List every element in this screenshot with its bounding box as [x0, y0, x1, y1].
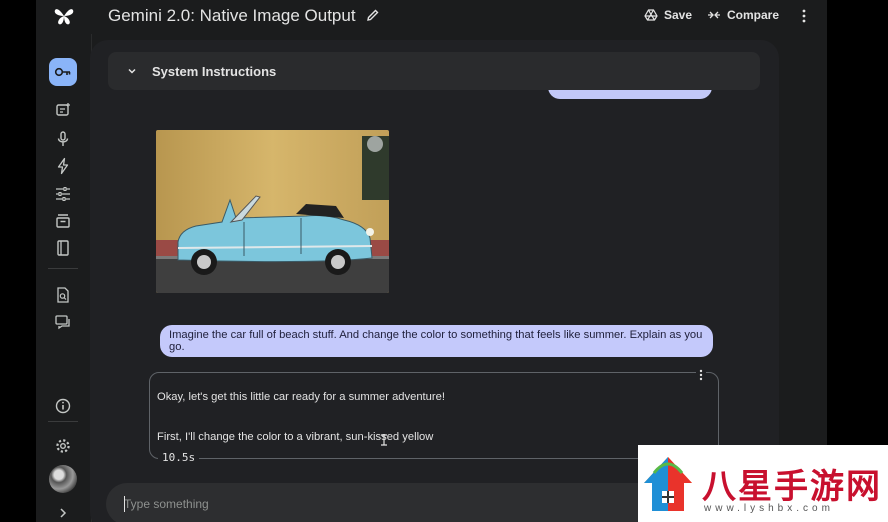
app-window: Gemini 2.0: Native Image Output Save Com… — [36, 0, 827, 522]
avatar[interactable] — [49, 465, 77, 493]
microphone-icon[interactable] — [54, 130, 72, 148]
save-button[interactable]: Save — [644, 8, 692, 22]
sidebar-divider — [48, 421, 78, 422]
sidebar-item-api-key[interactable] — [49, 58, 77, 86]
model-response-card: Okay, let's get this little car ready fo… — [149, 368, 719, 464]
text-caret — [124, 496, 125, 512]
watermark-title: 八星手游网 — [702, 467, 882, 507]
response-more-options-icon[interactable] — [696, 368, 706, 382]
sidebar-divider — [48, 268, 78, 269]
drive-icon — [644, 9, 658, 21]
watermark-url: www.lyshbx.com — [704, 503, 834, 514]
edit-pencil-icon[interactable] — [366, 8, 380, 22]
car-photo[interactable] — [156, 130, 389, 293]
compare-button[interactable]: Compare — [707, 8, 779, 22]
response-line: First, I'll change the color to a vibran… — [157, 431, 434, 443]
new-chat-icon[interactable] — [54, 102, 72, 120]
system-instructions-label: System Instructions — [152, 63, 277, 79]
save-label: Save — [664, 8, 693, 22]
library-book-icon[interactable] — [54, 239, 72, 257]
top-bar: Gemini 2.0: Native Image Output Save Com… — [36, 0, 827, 34]
compare-icon — [708, 11, 720, 19]
compare-label: Compare — [727, 8, 780, 22]
left-sidebar — [36, 34, 92, 522]
gallery-box-icon[interactable] — [54, 212, 72, 230]
system-instructions-toggle[interactable]: System Instructions — [108, 52, 760, 90]
document-search-icon[interactable] — [54, 286, 72, 304]
response-line: Okay, let's get this little car ready fo… — [157, 391, 445, 403]
response-timer: 10.5s — [158, 451, 200, 464]
app-logo-icon[interactable] — [53, 5, 75, 27]
gear-icon[interactable] — [54, 437, 72, 455]
watermark-badge: 八星手游网 www.lyshbx.com — [638, 445, 888, 522]
chevron-right-icon[interactable] — [54, 504, 72, 522]
prompt-input[interactable] — [124, 495, 604, 513]
page-title: Gemini 2.0: Native Image Output — [108, 6, 356, 25]
tune-settings-icon[interactable] — [54, 185, 72, 203]
lightning-icon[interactable] — [54, 157, 72, 175]
watermark-logo-icon — [644, 457, 692, 511]
chevron-down-icon — [128, 68, 136, 74]
key-icon — [54, 67, 71, 77]
chat-bubbles-icon[interactable] — [54, 313, 72, 331]
user-message-bubble: Imagine the car full of beach stuff. And… — [160, 325, 713, 357]
text-cursor-icon — [381, 434, 387, 446]
more-options-icon[interactable] — [799, 8, 809, 24]
info-icon[interactable] — [54, 397, 72, 415]
